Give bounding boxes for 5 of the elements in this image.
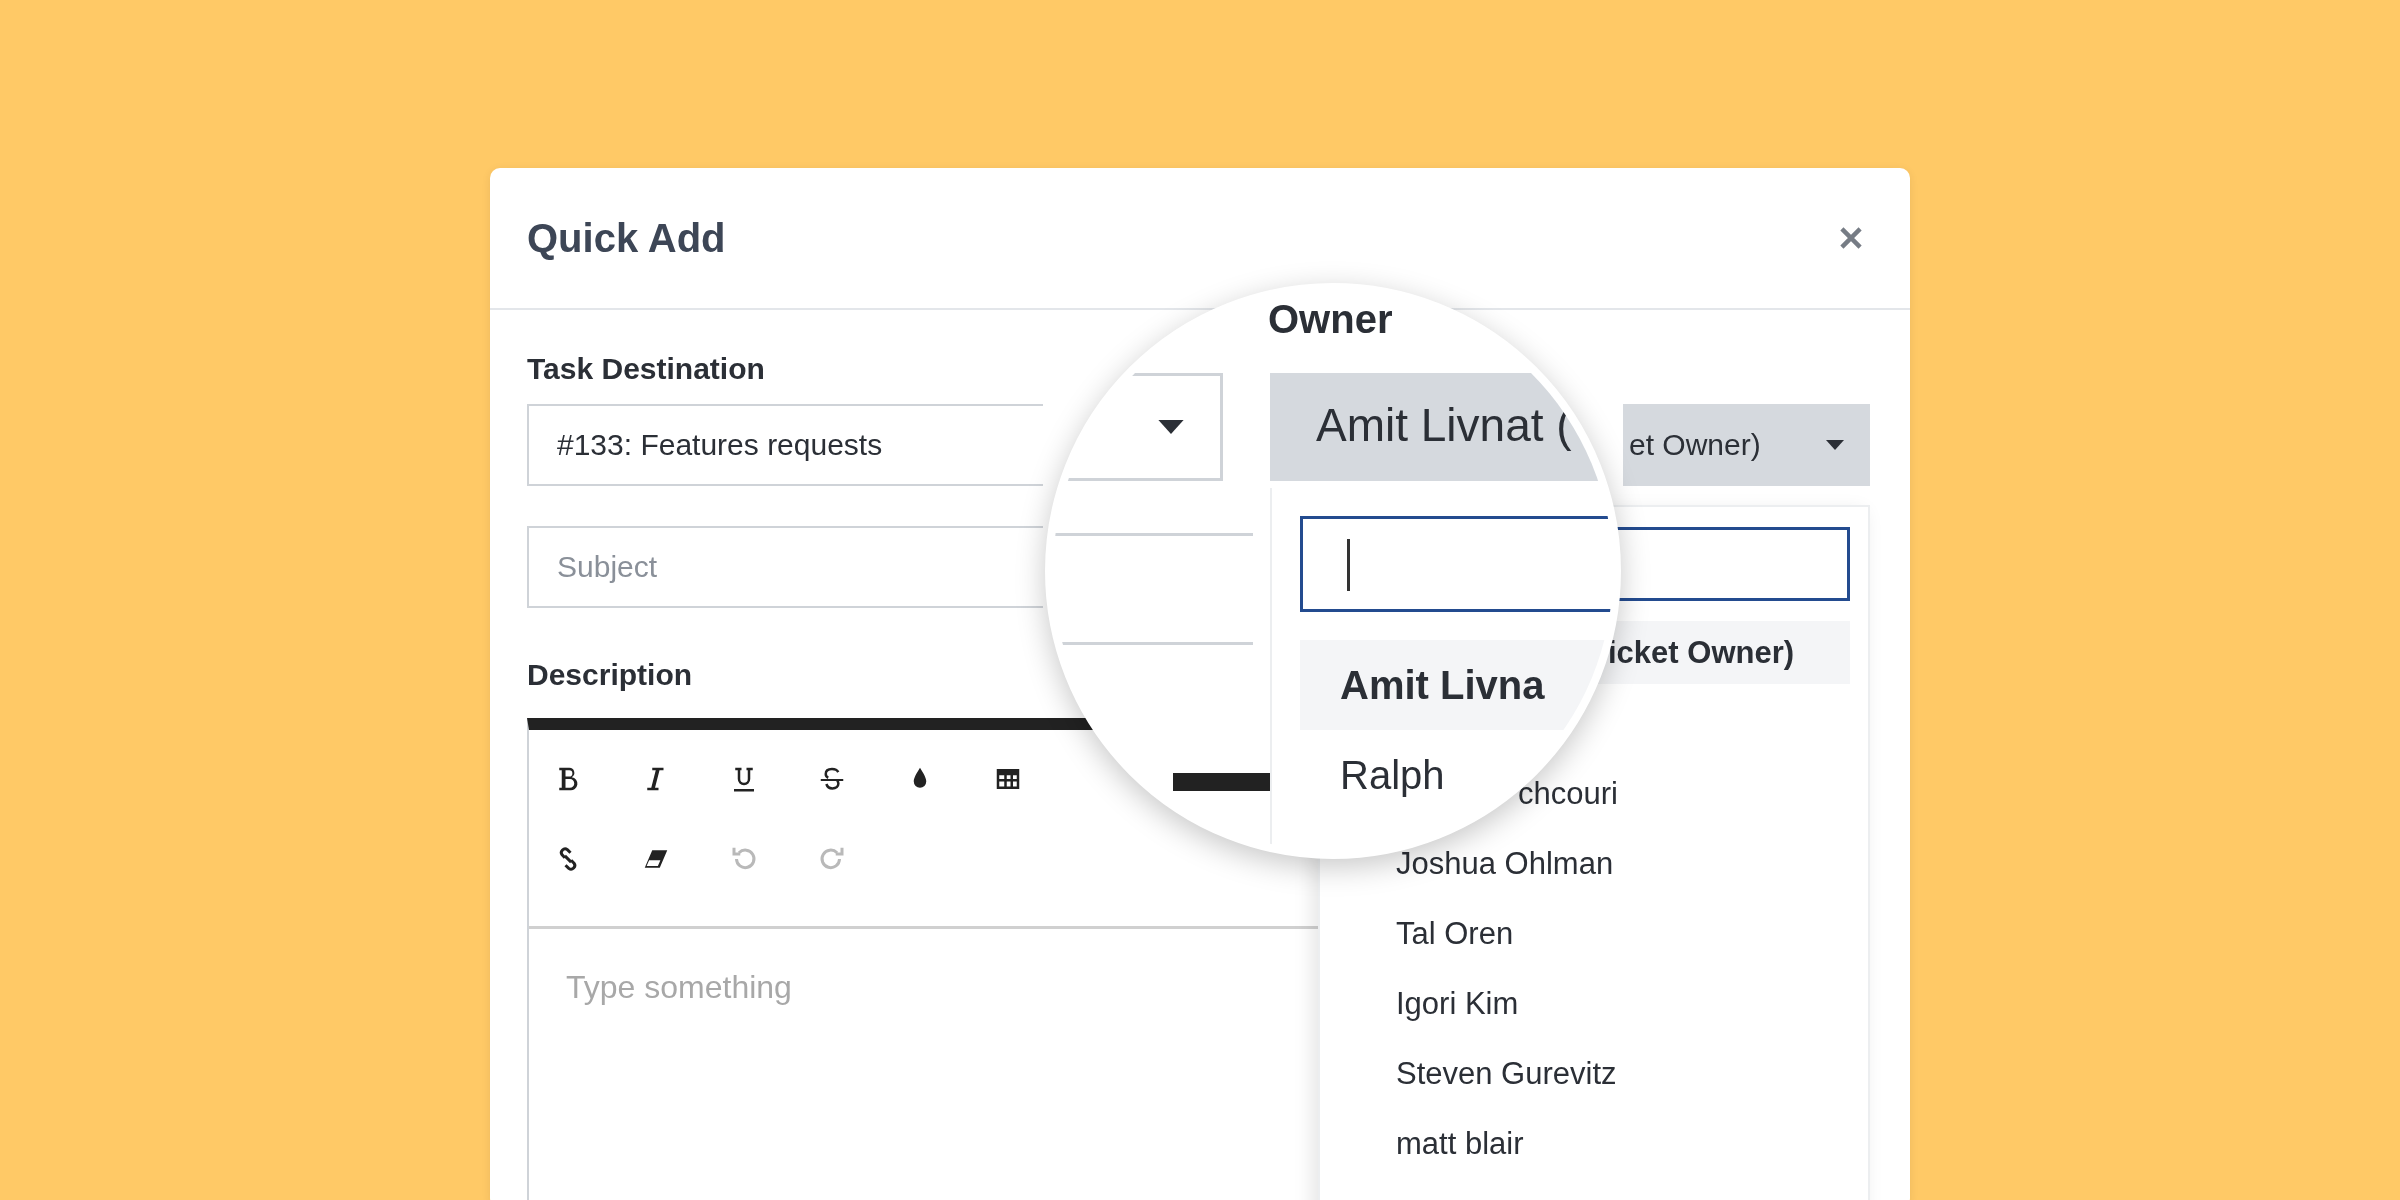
editor-placeholder: Type something [566, 969, 792, 1006]
field-label: Task Destination [527, 352, 766, 387]
field-label: Owner [1268, 297, 1393, 342]
field-label: Description [527, 658, 694, 693]
dialog-title: Quick Add [527, 215, 726, 261]
